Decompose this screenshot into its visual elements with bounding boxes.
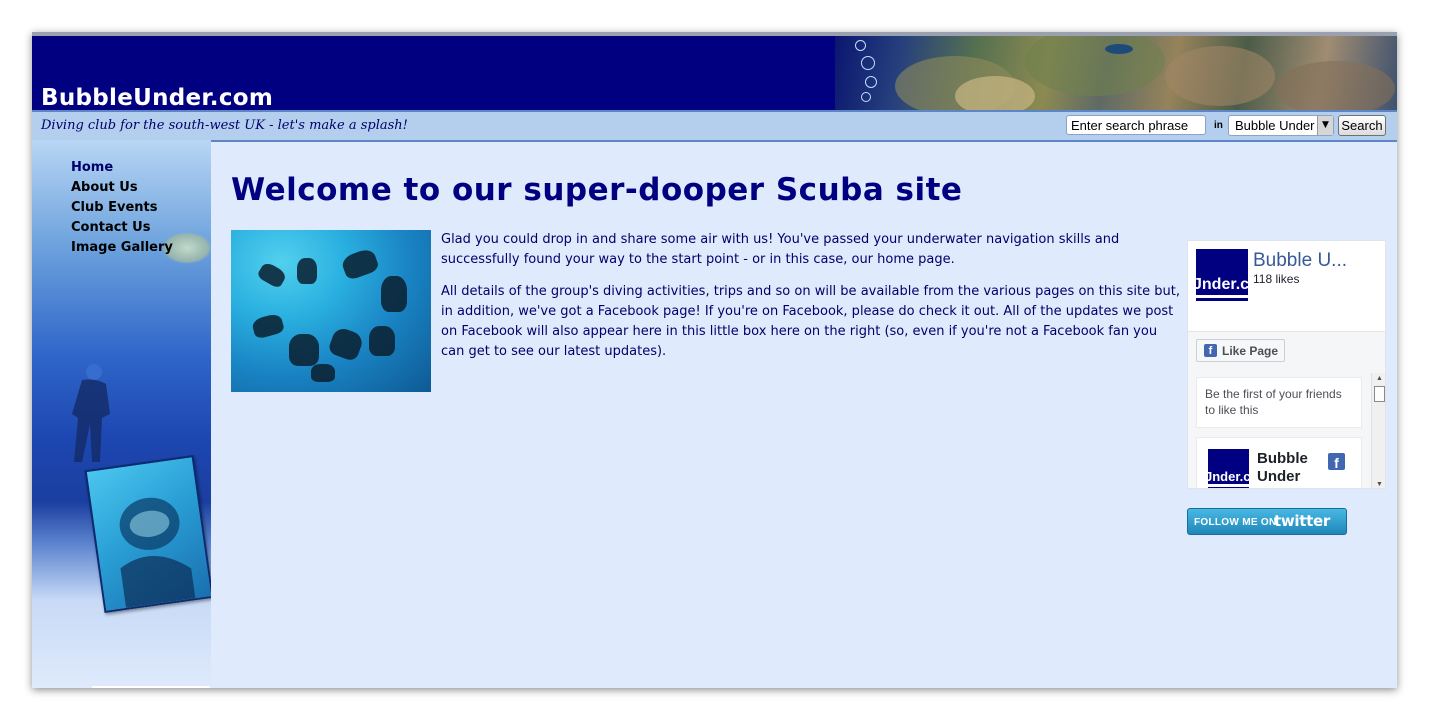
site-logo-text[interactable]: BubbleUnder.com	[41, 85, 273, 111]
divers-group-photo	[231, 230, 431, 392]
intro-paragraph: Glad you could drop in and share some ai…	[441, 232, 1120, 267]
main-navigation: Home About Us Club Events Contact Us Ima…	[71, 158, 173, 258]
twitter-follow-label: FOLLOW ME ON	[1194, 517, 1277, 528]
facebook-widget-header: Jnder.c Bubble U... 118 likes	[1188, 241, 1385, 332]
facebook-post-avatar[interactable]: Jnder.c	[1208, 449, 1249, 488]
nav-item-club-events[interactable]: Club Events	[71, 198, 173, 218]
facebook-page-widget: Jnder.c Bubble U... 118 likes f Like Pag…	[1187, 240, 1386, 489]
search-scope-select[interactable]: Bubble Under ▼	[1228, 115, 1334, 136]
scroll-down-arrow-icon[interactable]: ▼	[1372, 481, 1385, 488]
nav-item-contact-us[interactable]: Contact Us	[71, 218, 173, 238]
nav-item-image-gallery[interactable]: Image Gallery	[71, 238, 173, 258]
search-scope-value: Bubble Under	[1235, 118, 1315, 133]
intro-text: Glad you could drop in and share some ai…	[441, 230, 1181, 374]
site-tagline: Diving club for the south-west UK - let'…	[41, 118, 408, 133]
bottom-divider	[92, 686, 210, 688]
scroll-thumb[interactable]	[1374, 386, 1385, 402]
nav-item-about-us[interactable]: About Us	[71, 178, 173, 198]
chevron-down-icon[interactable]: ▼	[1317, 116, 1333, 135]
facebook-page-name[interactable]: Bubble U...	[1253, 250, 1347, 272]
facebook-icon[interactable]: f	[1328, 453, 1345, 471]
site-header: BubbleUnder.com	[32, 36, 1397, 111]
search-button[interactable]: Search	[1338, 115, 1386, 136]
facebook-friends-text: Be the first of your friends to like thi…	[1196, 377, 1362, 428]
sidebar: Home About Us Club Events Contact Us Ima…	[32, 140, 211, 688]
twitter-logo-text: twitter	[1274, 512, 1330, 530]
page-title: Welcome to our super-dooper Scuba site	[231, 172, 963, 208]
facebook-page-avatar[interactable]: Jnder.c	[1196, 249, 1248, 301]
search-in-label: in	[1214, 120, 1223, 131]
facebook-like-label: Like Page	[1222, 344, 1279, 358]
facebook-post-author[interactable]: Bubble Under	[1257, 450, 1327, 486]
scroll-up-arrow-icon[interactable]: ▲	[1372, 375, 1385, 382]
follow-twitter-button[interactable]: FOLLOW ME ON twitter	[1187, 508, 1347, 535]
diver-silhouette	[72, 364, 110, 462]
facebook-widget-scrollbar[interactable]: ▲ ▼	[1371, 373, 1385, 488]
facebook-icon: f	[1204, 344, 1217, 357]
coral-reef-banner	[835, 36, 1397, 110]
search-input[interactable]: Enter search phrase	[1066, 115, 1206, 135]
nav-item-home[interactable]: Home	[71, 158, 173, 178]
facebook-like-page-button[interactable]: f Like Page	[1196, 339, 1285, 362]
facebook-post-card: Jnder.c Bubble Under f	[1196, 437, 1362, 488]
tagline-bar: Diving club for the south-west UK - let'…	[32, 110, 1397, 142]
intro-paragraph: All details of the group's diving activi…	[441, 284, 1180, 359]
facebook-likes-count: 118 likes	[1253, 272, 1300, 286]
diver-photo	[84, 455, 211, 613]
page: BubbleUnder.com Diving club for the sout…	[32, 32, 1397, 688]
